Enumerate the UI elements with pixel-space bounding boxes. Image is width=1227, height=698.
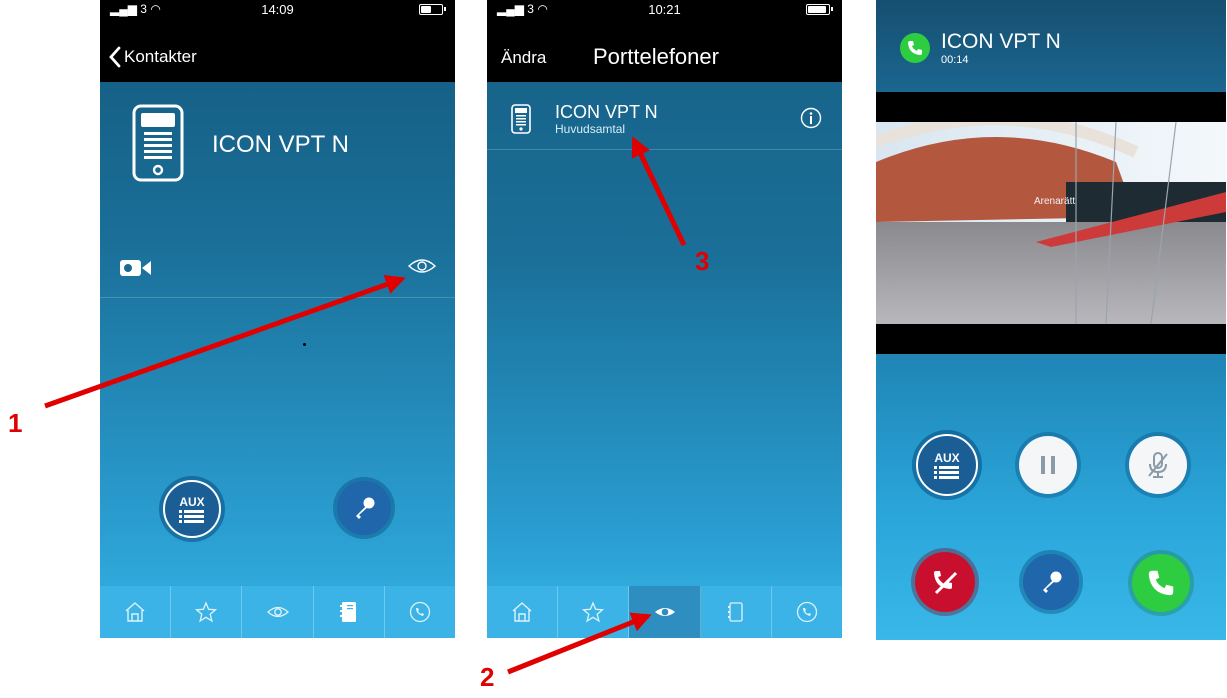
annotation-arrows [44,136,687,675]
arrow-2 [507,612,652,675]
annotation-label-2: 2 [480,662,495,692]
arrow-1 [44,274,406,409]
annotation-label-3: 3 [695,246,710,276]
arrow-3 [631,136,687,247]
annotation-label-1: 1 [8,408,23,438]
